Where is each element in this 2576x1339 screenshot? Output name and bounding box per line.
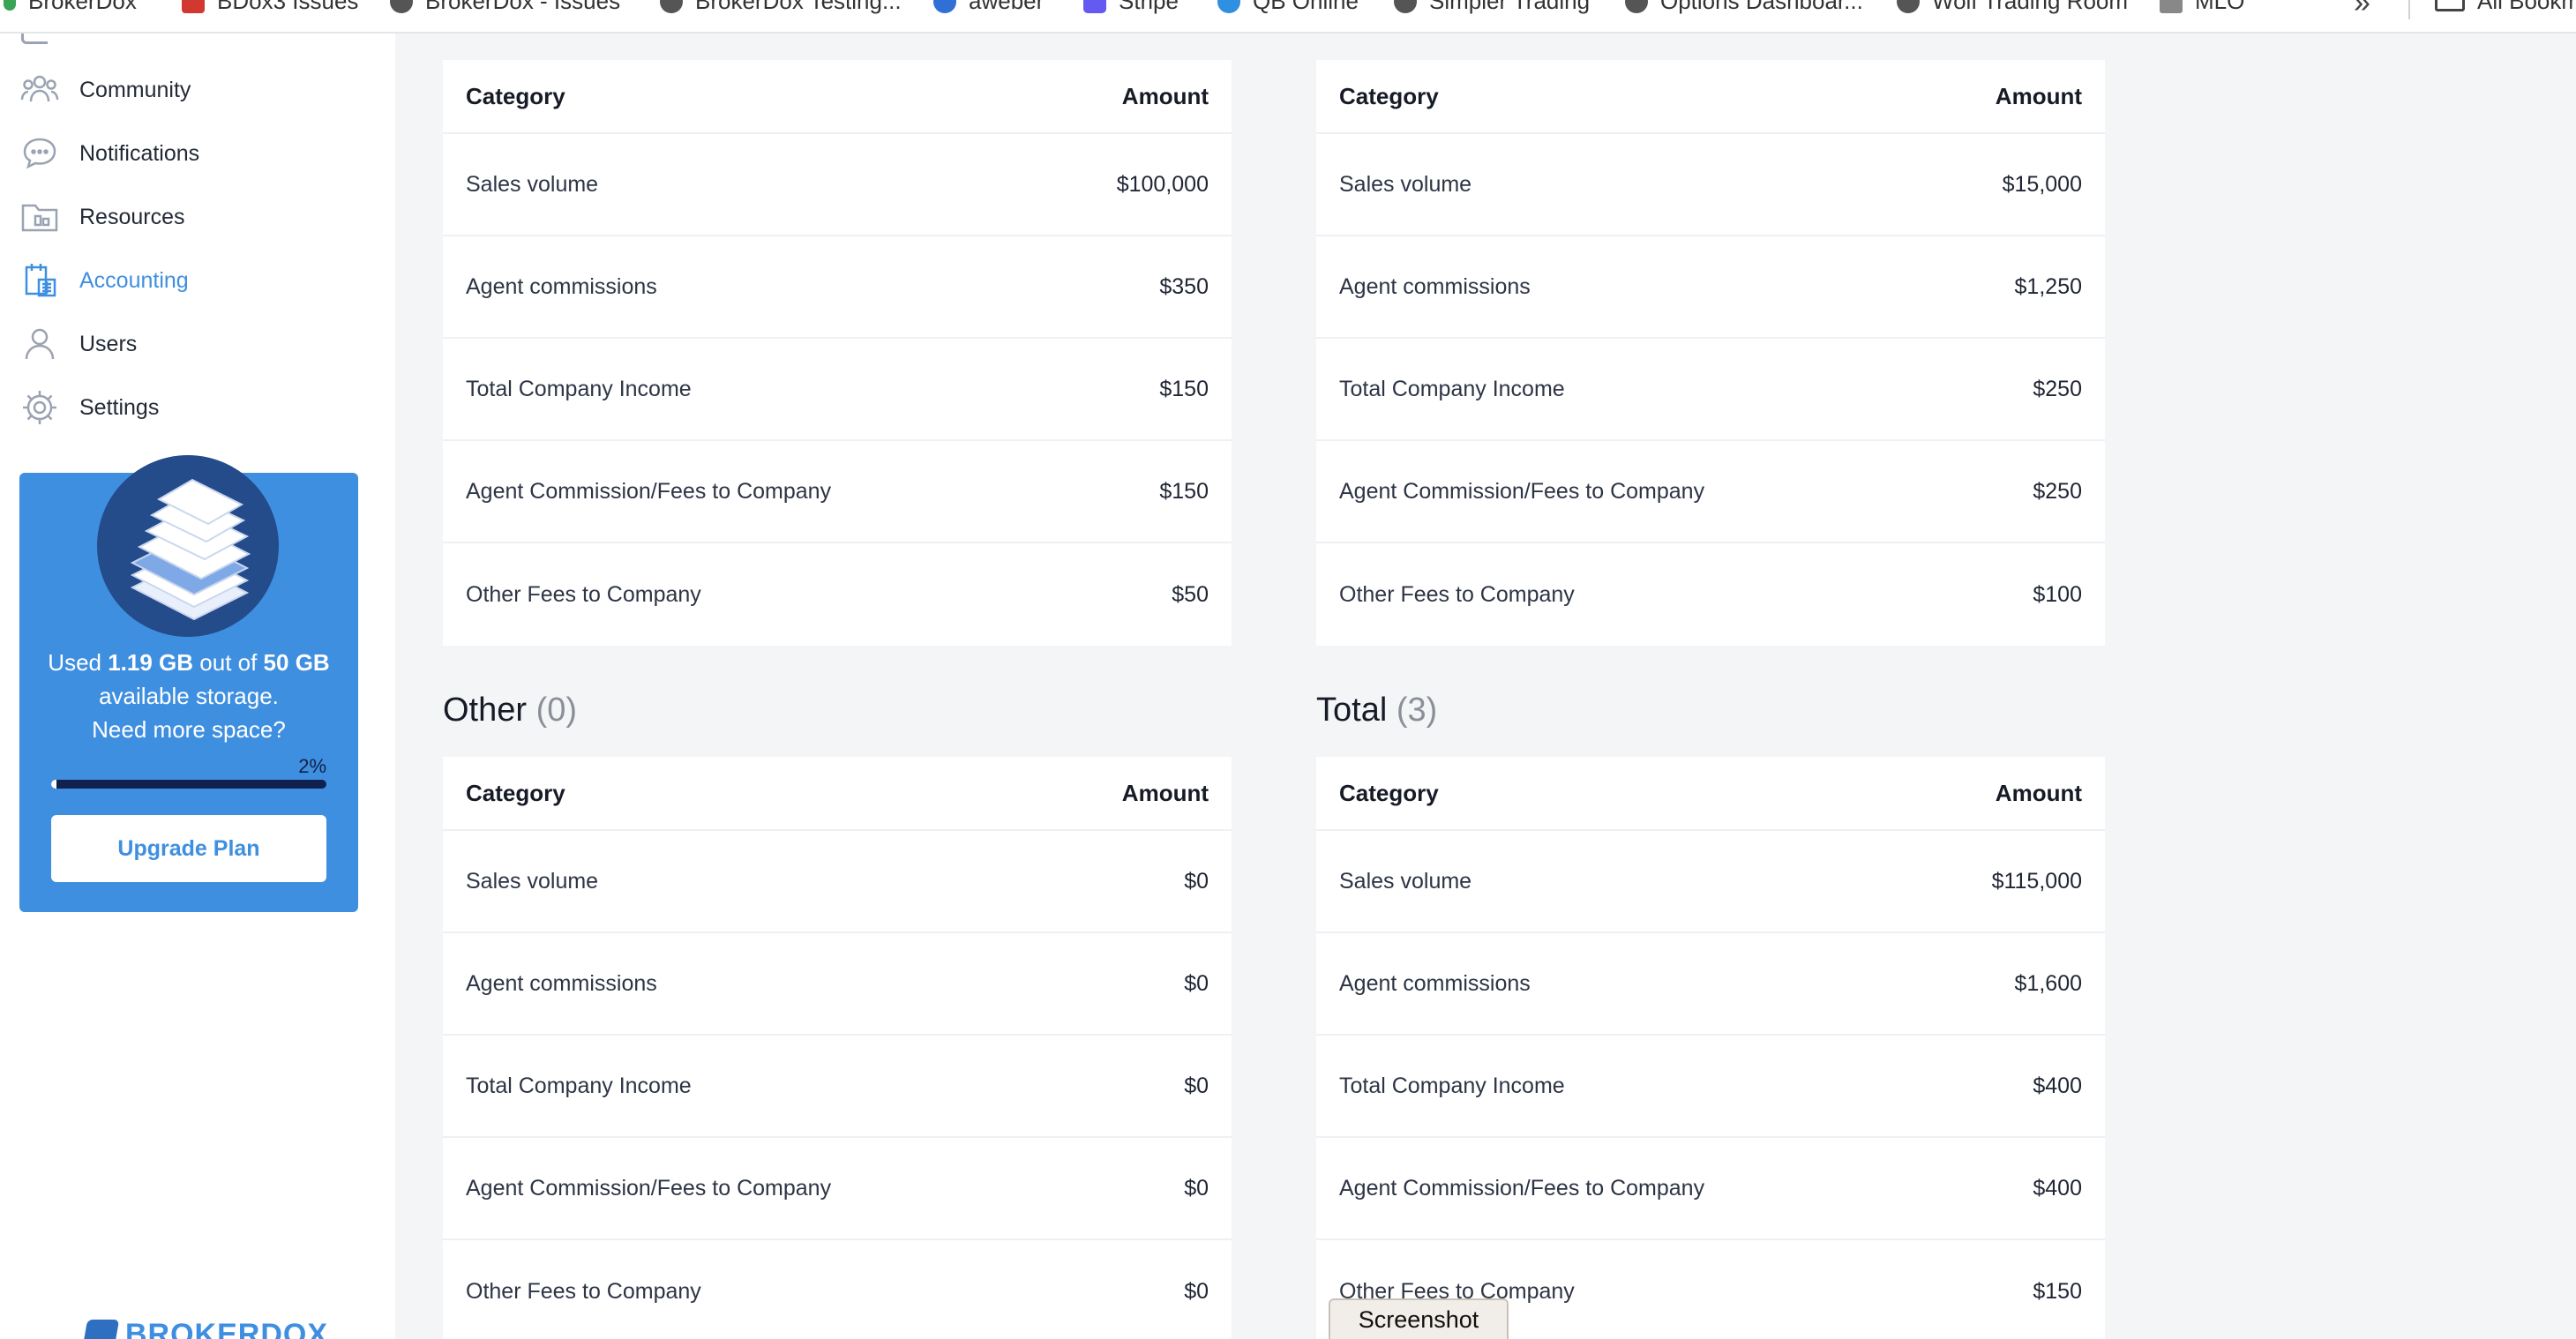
table-header: Category Amount <box>1316 757 2105 831</box>
brokerdox-logo: BROKERDOX <box>81 1318 328 1339</box>
bookmark-aweber[interactable]: aweber <box>933 0 1044 15</box>
github-favicon-icon <box>1394 0 1417 13</box>
stripe-favicon-icon <box>1083 0 1106 13</box>
sidebar-item-resources[interactable]: Resources <box>19 194 185 240</box>
table-row: Other Fees to Company $100 <box>1339 581 2082 607</box>
community-icon <box>19 70 60 110</box>
table-row: Sales volume $115,000 <box>1316 831 2105 933</box>
section-count: (0) <box>535 692 578 729</box>
bookmark-simpler-trading[interactable]: Simpler Trading <box>1394 0 1590 15</box>
mlo-favicon-icon <box>2160 0 2183 13</box>
table-row: Agent Commission/Fees to Company $150 <box>443 441 1232 543</box>
screenshot-tooltip: Screenshot <box>1329 1298 1509 1339</box>
aweber-favicon-icon <box>933 0 956 13</box>
sidebar-item-label: Settings <box>79 394 160 420</box>
bookmarks-more-button[interactable]: » <box>2354 0 2370 20</box>
bdox3-favicon-icon <box>182 0 205 13</box>
storage-used-value: 1.19 GB <box>108 649 194 676</box>
bookmarks-bar: BrokerDox BDox3 Issues BrokerDox - Issue… <box>0 0 2576 34</box>
brokerdox-favicon-icon <box>4 0 16 11</box>
github-favicon-icon <box>1897 0 1920 13</box>
storage-progress-bar <box>51 780 326 789</box>
summary-table-other: Category Amount Sales volume $0 Agent comm… <box>443 757 1232 1339</box>
bookmark-brokerdox-testing[interactable]: BrokerDox Testing... <box>660 0 902 15</box>
storage-total-value: 50 GB <box>263 649 330 676</box>
sidebar-item-label: Notifications <box>79 140 200 166</box>
sidebar-item-label: Accounting <box>79 267 189 293</box>
sidebar-item-settings[interactable]: Settings <box>19 385 159 430</box>
bookmark-mlo[interactable]: MLO <box>2160 0 2244 15</box>
table-row: Agent commissions $350 <box>443 236 1232 339</box>
sidebar-item-label: Resources <box>79 204 185 229</box>
table-row: Other Fees to Company $50 <box>466 581 1209 607</box>
github-favicon-icon <box>1625 0 1648 13</box>
bookmark-brokerdox-issues[interactable]: BrokerDox - Issues <box>390 0 620 15</box>
section-title-other: Other (0) <box>443 692 578 729</box>
upgrade-plan-button[interactable]: Upgrade Plan <box>51 815 326 882</box>
section-count: (3) <box>1396 692 1438 729</box>
table-row: Agent commissions $1,250 <box>1316 236 2105 339</box>
bookmark-stripe[interactable]: Stripe <box>1083 0 1179 15</box>
table-row: Agent commissions $1,600 <box>1316 933 2105 1036</box>
storage-percent-label: 2% <box>298 755 326 777</box>
bookmark-bdox3-issues[interactable]: BDox3 Issues <box>182 0 358 15</box>
table-row: Agent Commission/Fees to Company $400 <box>1316 1138 2105 1240</box>
table-row: Sales volume $15,000 <box>1316 134 2105 236</box>
documents-illustration <box>97 455 279 637</box>
bookmark-brokerdox[interactable]: BrokerDox <box>4 0 137 15</box>
storage-card: Used 1.19 GB out of 50 GB available stor… <box>19 455 358 912</box>
sidebar-item-users[interactable]: Users <box>19 321 137 367</box>
folder-icon <box>2435 0 2465 11</box>
user-icon <box>19 324 60 364</box>
table-row: Other Fees to Company $0 <box>466 1278 1209 1304</box>
storage-summary: Used 1.19 GB out of 50 GB available stor… <box>48 649 330 743</box>
brokerdox-logo-icon <box>81 1319 120 1339</box>
flag-icon <box>21 34 48 44</box>
table-row: Total Company Income $250 <box>1316 339 2105 441</box>
table-row: Agent Commission/Fees to Company $0 <box>443 1138 1232 1240</box>
summary-table-top-left: Category Amount Sales volume $100,000 Agen… <box>443 60 1232 646</box>
storage-progress-fill <box>51 780 57 789</box>
table-row: Total Company Income $150 <box>443 339 1232 441</box>
chat-bubble-icon <box>19 133 60 174</box>
sidebar-item-label: Users <box>79 331 138 356</box>
table-row: Agent Commission/Fees to Company $250 <box>1316 441 2105 543</box>
section-title-total: Total (3) <box>1316 692 1438 729</box>
qb-favicon-icon <box>1217 0 1240 13</box>
bookmark-qb-online[interactable]: QB Online <box>1217 0 1359 15</box>
calculator-icon <box>19 260 60 301</box>
table-row: Sales volume $100,000 <box>443 134 1232 236</box>
sidebar: Community Notifications Resources Accoun… <box>0 34 395 1339</box>
table-row: Agent commissions $0 <box>443 933 1232 1036</box>
storage-need-more: Need more space? <box>92 716 286 743</box>
summary-table-total: Category Amount Sales volume $115,000 Agen… <box>1316 757 2105 1339</box>
table-header: Category Amount <box>443 60 1232 134</box>
sidebar-item-label: Community <box>79 77 191 102</box>
bookmark-options-dashboard[interactable]: Options Dashboar... <box>1625 0 1863 15</box>
sidebar-item-accounting[interactable]: Accounting <box>19 258 189 303</box>
github-favicon-icon <box>660 0 683 13</box>
sidebar-item-community[interactable]: Community <box>19 67 191 113</box>
github-favicon-icon <box>390 0 413 13</box>
table-row: Total Company Income $400 <box>1316 1036 2105 1138</box>
table-row: Total Company Income $0 <box>443 1036 1232 1138</box>
table-header: Category Amount <box>1316 60 2105 134</box>
summary-table-top-right: Category Amount Sales volume $15,000 Agent… <box>1316 60 2105 646</box>
folder-icon <box>19 197 60 237</box>
bookmarks-divider <box>2408 0 2410 19</box>
gear-icon <box>19 387 60 428</box>
sidebar-item-notifications[interactable]: Notifications <box>19 131 199 176</box>
all-bookmarks-button[interactable]: All Bookm <box>2435 0 2576 15</box>
table-header: Category Amount <box>443 757 1232 831</box>
bookmark-wolf-trading-room[interactable]: Wolf Trading Room <box>1897 0 2128 15</box>
table-row: Sales volume $0 <box>443 831 1232 933</box>
